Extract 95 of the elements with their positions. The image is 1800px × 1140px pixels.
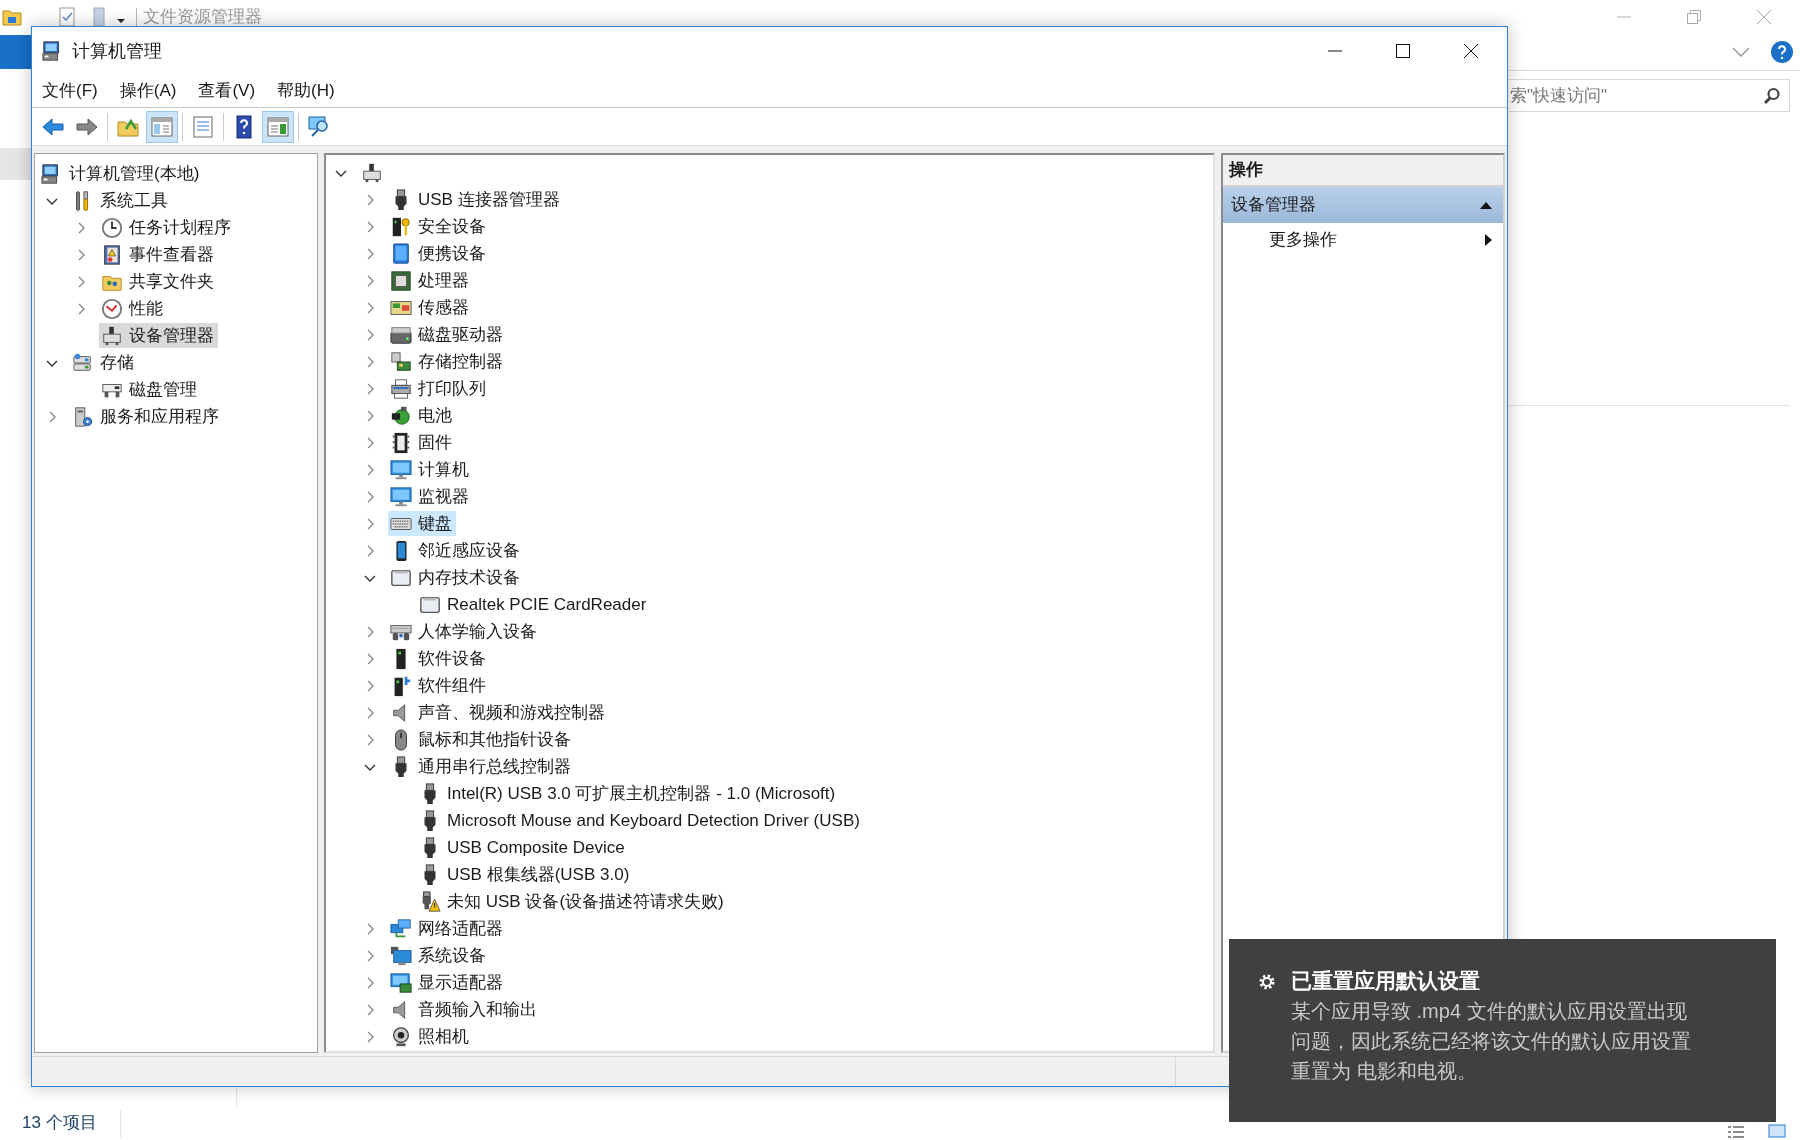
pane-header: 操作 (1223, 155, 1503, 187)
network-icon (390, 917, 412, 940)
folder-icon[interactable] (2, 8, 22, 26)
webcam-icon (390, 1025, 412, 1048)
tree-item[interactable]: 内存技术设备 (388, 565, 524, 590)
tree-item[interactable]: 计算机管理(本地) (39, 161, 204, 186)
firmware-chip-icon (390, 431, 412, 454)
tree-item[interactable]: 电池 (388, 403, 456, 428)
status-text: 13 个项目 (22, 1112, 97, 1134)
monitor-icon (390, 458, 412, 481)
tree-item[interactable]: USB Composite Device (417, 835, 629, 860)
search-field[interactable]: 索"快速访问" (1509, 79, 1790, 112)
tree-item[interactable]: Intel(R) USB 3.0 可扩展主机控制器 - 1.0 (Microsoft) (417, 781, 840, 806)
tree-item[interactable]: 邻近感应设备 (388, 538, 524, 563)
display-adapter-icon (390, 971, 412, 994)
notification-title: 已重置应用默认设置 (1291, 968, 1481, 994)
tree-item[interactable]: 显示适配器 (388, 970, 507, 995)
tree-item[interactable]: 固件 (388, 430, 456, 455)
clock-icon (101, 216, 123, 239)
battery-plug-icon (390, 404, 412, 427)
restore-icon[interactable] (1686, 9, 1702, 25)
device-icon (101, 324, 123, 347)
tree-item[interactable]: 键盘 (388, 511, 456, 536)
tree-item[interactable]: 性能 (99, 296, 167, 321)
tablet-icon (390, 242, 412, 265)
tree-item[interactable]: 计算机 (388, 457, 473, 482)
notification-message: 某个应用导致 .mp4 文件的默认应用设置出现问题，因此系统已经将该文件的默认应用设置重置为 电影和电视。 (1291, 999, 1692, 1084)
tree-item[interactable]: 系统工具 (70, 188, 172, 213)
tree-item[interactable]: 打印队列 (388, 376, 490, 401)
monitor-icon (390, 485, 412, 508)
tree-item[interactable]: 传感器 (388, 295, 473, 320)
action-section-header[interactable]: 设备管理器 (1223, 187, 1503, 223)
storage-controller-icon (390, 350, 412, 373)
triangle-right-icon (1483, 233, 1493, 247)
minimize-icon (1327, 50, 1343, 52)
window-title: 计算机管理 (72, 39, 162, 63)
tree-item[interactable]: 磁盘驱动器 (388, 322, 507, 347)
triangle-up-icon (1479, 200, 1493, 210)
tree-item[interactable]: 存储控制器 (388, 349, 507, 374)
log-book-icon (101, 243, 123, 266)
settings-icon (1257, 972, 1277, 992)
tree-pane-icon (150, 114, 174, 139)
tree-item[interactable]: 人体学输入设备 (388, 619, 541, 644)
server-gear-icon (72, 405, 94, 428)
search-icon[interactable] (1763, 86, 1781, 105)
window-title: 文件资源管理器 (143, 6, 262, 29)
tree-item[interactable]: 安全设备 (388, 214, 490, 239)
tree-item[interactable]: 系统设备 (388, 943, 490, 968)
gauge-icon (101, 297, 123, 320)
tree-item[interactable]: 事件查看器 (99, 242, 218, 267)
tree-item[interactable]: 处理器 (388, 268, 473, 293)
tree-item[interactable]: 任务计划程序 (99, 215, 235, 240)
notification-toast[interactable]: 已重置应用默认设置 某个应用导致 .mp4 文件的默认应用设置出现问题，因此系统已经将该文件的默认应用设置重置为 电影和电视。 (1229, 939, 1776, 1122)
tree-item[interactable]: 磁盘管理 (99, 377, 201, 402)
action-pane-icon (266, 114, 290, 139)
tree-item[interactable]: 通用串行总线控制器 (388, 754, 575, 779)
tree-item[interactable]: 软件组件 (388, 673, 490, 698)
menu-item[interactable]: 操作(A) (113, 77, 183, 105)
menu-item[interactable]: 帮助(H) (271, 77, 341, 105)
tree-item[interactable]: 共享文件夹 (99, 269, 218, 294)
tree-item[interactable]: 未知 USB 设备(设备描述符请求失败) (417, 889, 728, 914)
tree-item[interactable]: 服务和应用程序 (70, 404, 223, 429)
maximize-icon (1395, 43, 1411, 59)
large-icons-view-icon[interactable] (1768, 1124, 1786, 1138)
search-input[interactable]: 索"快速访问" (1510, 82, 1763, 109)
details-view-icon[interactable] (1727, 1125, 1745, 1139)
tree-item[interactable]: Realtek PCIE CardReader (417, 592, 651, 617)
chip-icon (390, 269, 412, 292)
close-icon (1463, 43, 1479, 59)
properties-icon[interactable] (58, 7, 76, 27)
action-link[interactable]: 更多操作 (1223, 223, 1503, 257)
tree-item[interactable]: Microsoft Mouse and Keyboard Detection Driver (USB) (417, 808, 864, 833)
monitor-search-icon (307, 114, 331, 139)
close-icon[interactable] (1756, 9, 1772, 25)
tree-item[interactable]: 便携设备 (388, 241, 490, 266)
tree-item[interactable]: 存储 (70, 350, 138, 375)
device-icon (361, 161, 383, 184)
tree-item[interactable]: 监视器 (388, 484, 473, 509)
tree-item[interactable]: 网络适配器 (388, 916, 507, 941)
tree-item[interactable]: USB 根集线器(USB 3.0) (417, 862, 634, 887)
tree-item[interactable]: 声音、视频和游戏控制器 (388, 700, 609, 725)
menu-item[interactable]: 查看(V) (192, 77, 262, 105)
printer-icon (390, 377, 412, 400)
system-monitor-icon (390, 944, 412, 967)
tower-key-icon (390, 215, 412, 238)
tree-item[interactable]: 照相机 (388, 1024, 473, 1049)
tree-item[interactable]: 鼠标和其他指针设备 (388, 727, 575, 752)
storage-icon (72, 351, 94, 374)
menu-item[interactable]: 文件(F) (36, 77, 104, 105)
help-icon[interactable] (1770, 40, 1794, 64)
tree-item[interactable]: 软件设备 (388, 646, 490, 671)
properties-icon (191, 114, 215, 139)
tree-item[interactable]: 设备管理器 (99, 323, 218, 348)
tree-item[interactable]: USB 连接器管理器 (388, 187, 564, 212)
tree-item[interactable]: 音频输入和输出 (388, 997, 541, 1022)
